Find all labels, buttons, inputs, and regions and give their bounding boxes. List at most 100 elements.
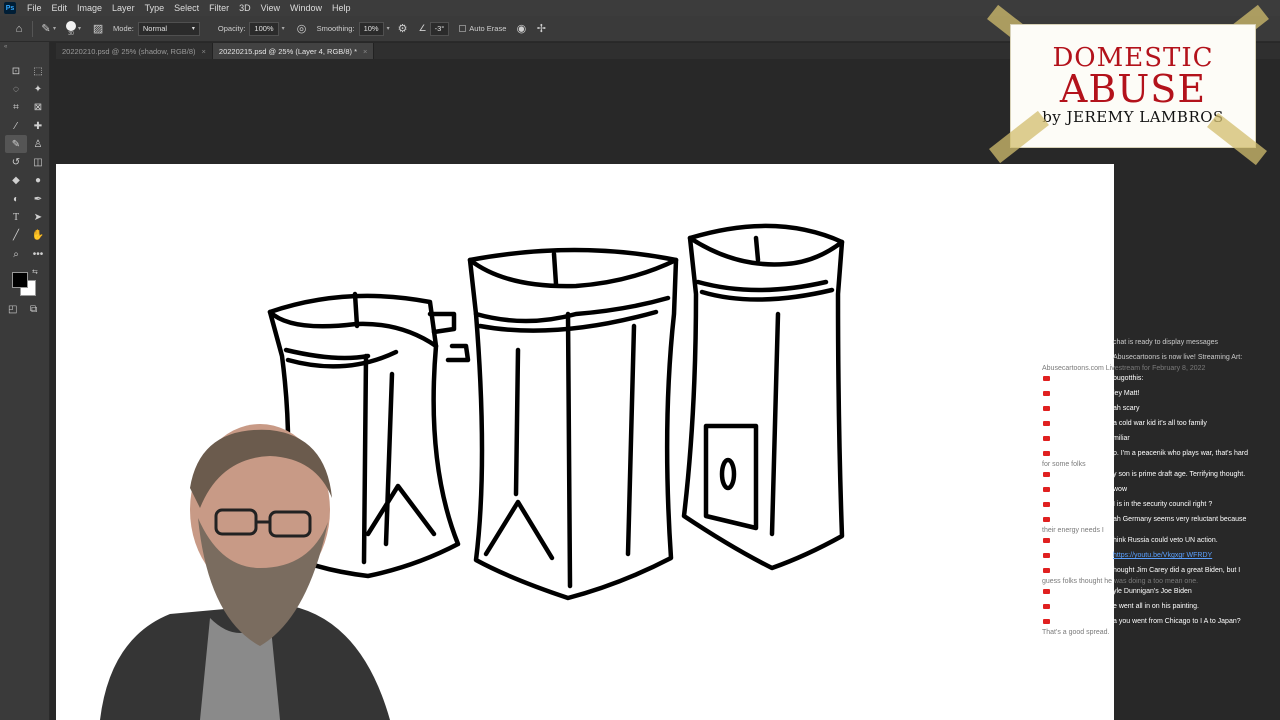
magic-wand-tool-icon[interactable]: ✦	[27, 80, 49, 98]
quick-mask-icon[interactable]: ◰	[8, 304, 17, 315]
opacity-label: Opacity:	[217, 24, 246, 33]
blur-tool-icon[interactable]: ●	[27, 172, 49, 190]
path-selection-tool-icon[interactable]: ➤	[27, 208, 49, 226]
pressure-opacity-icon[interactable]: ◎	[295, 22, 309, 36]
middle-bag-folds	[473, 251, 671, 589]
chat-message: e went all in on his painting.	[1040, 602, 1280, 617]
artboard-tool-icon[interactable]: ⊡	[5, 62, 27, 80]
lasso-tool-icon[interactable]: ◌	[5, 80, 27, 98]
chevron-down-icon[interactable]: ▾	[282, 25, 285, 32]
menu-layer[interactable]: Layer	[107, 0, 140, 16]
chat-message: ah scary	[1040, 404, 1280, 419]
photoshop-logo-icon[interactable]: Ps	[4, 2, 16, 14]
photoshop-window: Ps File Edit Image Layer Type Select Fil…	[0, 0, 1280, 720]
menu-help[interactable]: Help	[327, 0, 356, 16]
chat-text: hink Russia could veto UN action.	[1113, 537, 1218, 544]
chat-text: bugotthis:	[1113, 375, 1144, 382]
menu-edit[interactable]: Edit	[47, 0, 73, 16]
youtube-icon	[1043, 589, 1050, 594]
chat-text-continued: for some folks	[1042, 460, 1086, 468]
chat-link[interactable]: https://youtu.be/Vkgxgr WFRDY	[1113, 552, 1212, 559]
mode-value: Normal	[142, 24, 168, 33]
brush-size-value: 30	[68, 30, 74, 37]
symmetry-icon[interactable]: ✢	[534, 22, 548, 36]
chevron-down-icon[interactable]: ▾	[53, 25, 56, 32]
brush-settings-icon[interactable]: ▨	[91, 22, 105, 36]
webcam-streamer	[100, 424, 390, 720]
menu-window[interactable]: Window	[285, 0, 327, 16]
chat-text: miliar	[1113, 435, 1130, 442]
paint-bucket-tool-icon[interactable]: ◆	[5, 172, 27, 190]
home-icon[interactable]: ⌂	[12, 22, 26, 36]
pressure-size-icon[interactable]: ◉	[514, 22, 528, 36]
more-tools-icon[interactable]: •••	[27, 245, 49, 263]
rectangle-tool-icon[interactable]: ╱	[5, 227, 27, 245]
hand-tool-icon[interactable]: ✋	[27, 227, 49, 245]
chat-text: yle Dunnigan's Joe Biden	[1113, 588, 1192, 595]
chevron-down-icon[interactable]: ▾	[78, 25, 81, 32]
screen-mode-icon[interactable]: ⧉	[30, 304, 37, 315]
collapse-icon[interactable]: «	[4, 44, 7, 50]
chevron-down-icon[interactable]: ▾	[387, 25, 390, 32]
youtube-icon	[1043, 406, 1050, 411]
close-icon[interactable]: ×	[363, 47, 367, 56]
right-bag-label-mark	[719, 457, 737, 491]
chat-text: ah Germany seems very reluctant because	[1113, 516, 1247, 523]
auto-erase-label: Auto Erase	[469, 24, 507, 33]
opacity-input[interactable]: 100%	[249, 21, 279, 36]
dodge-tool-icon[interactable]: ◐	[5, 190, 27, 208]
menu-3d[interactable]: 3D	[234, 0, 256, 16]
eyedropper-tool-icon[interactable]: ⁄	[5, 117, 27, 135]
brush-tip-icon	[66, 20, 77, 31]
tab-label: 20220215.psd @ 25% (Layer 4, RGB/8) *	[218, 46, 358, 56]
menu-file[interactable]: File	[22, 0, 47, 16]
type-tool-icon[interactable]: T	[5, 208, 27, 226]
frame-tool-icon[interactable]: ⊠	[27, 99, 49, 117]
foreground-color-swatch[interactable]	[12, 272, 28, 288]
tab-20220210[interactable]: 20220210.psd @ 25% (shadow, RGB/8) ×	[56, 43, 213, 59]
close-icon[interactable]: ×	[202, 47, 206, 56]
menu-view[interactable]: View	[256, 0, 285, 16]
chat-message: hought Jim Carey did a great Biden, but …	[1040, 566, 1280, 587]
angle-input[interactable]: -3°	[429, 21, 450, 36]
eraser-tool-icon[interactable]: ◫	[27, 153, 49, 171]
chat-message: I is in the security council right ?	[1040, 500, 1280, 515]
gear-icon[interactable]: ⚙	[396, 22, 410, 36]
clone-stamp-tool-icon[interactable]: ♙	[27, 135, 49, 153]
angle-icon: ∠	[418, 23, 427, 33]
left-bag-rim	[267, 309, 439, 349]
chat-text-continued: Abusecartoons.com Livestream for Februar…	[1042, 364, 1206, 372]
chat-text: I is in the security council right ?	[1113, 501, 1213, 508]
chat-text: Abusecartoons is now live! Streaming Art…	[1113, 354, 1243, 361]
swap-colors-icon[interactable]: ⇆	[32, 268, 38, 276]
zoom-tool-icon[interactable]: ⌕	[5, 245, 27, 263]
crop-tool-icon[interactable]: ⌗	[5, 99, 27, 117]
chat-message: a cold war kid it's all too family	[1040, 419, 1280, 434]
chat-text: ley Matt!	[1113, 390, 1140, 397]
youtube-icon	[1043, 502, 1050, 507]
chevron-down-icon: ▾	[191, 26, 195, 32]
chat-message: hink Russia could veto UN action.	[1040, 536, 1280, 551]
youtube-icon	[1043, 391, 1050, 396]
chat-message: bugotthis:	[1040, 374, 1280, 389]
middle-bag-rim	[467, 257, 679, 289]
menu-image[interactable]: Image	[72, 0, 107, 16]
marquee-tool-icon[interactable]: ⬚	[27, 62, 49, 80]
tab-20220215[interactable]: 20220215.psd @ 25% (Layer 4, RGB/8) * ×	[212, 43, 375, 59]
pencil-tool-preset-icon[interactable]: ✎	[39, 22, 53, 36]
pen-tool-icon[interactable]: ✒	[27, 190, 49, 208]
menu-filter[interactable]: Filter	[204, 0, 234, 16]
chat-message: miliar	[1040, 434, 1280, 449]
menu-select[interactable]: Select	[169, 0, 204, 16]
healing-brush-tool-icon[interactable]: ✚	[27, 117, 49, 135]
pencil-tool-icon[interactable]: ✎	[5, 135, 27, 154]
menu-type[interactable]: Type	[140, 0, 170, 16]
smoothing-input[interactable]: 10%	[358, 21, 384, 36]
brush-size-picker[interactable]: 30	[66, 20, 77, 37]
chat-text: a cold war kid it's all too family	[1113, 420, 1207, 427]
history-brush-tool-icon[interactable]: ↺	[5, 153, 27, 171]
mode-select[interactable]: Normal ▾	[137, 21, 200, 36]
tools-panel: « ⊡ ⬚ ◌ ✦ ⌗ ⊠ ⁄ ✚ ✎ ♙ ↺ ◫ ◆ ● ◐ ✒ T ➤ ╱ …	[0, 42, 50, 720]
auto-erase-checkbox[interactable]: Auto Erase	[459, 24, 506, 33]
youtube-icon	[1043, 553, 1050, 558]
